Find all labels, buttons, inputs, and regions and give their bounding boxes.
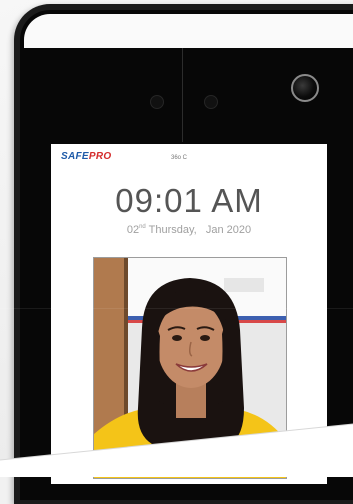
device-top-panel (24, 14, 353, 48)
date-day-suffix: nd (139, 224, 146, 230)
brand-logo-safe: SAFE (61, 151, 89, 162)
date-weekday: Thursday, (148, 224, 197, 236)
brand-logo: SAFEPRO (61, 151, 111, 162)
brand-logo-pro: PRO (88, 151, 112, 162)
clock-time: 09:01 AM (115, 182, 263, 219)
clock-date: 02nd Thursday, Jan 2020 (51, 224, 327, 236)
date-month-year: Jan 2020 (205, 224, 252, 236)
camera-lens-icon (291, 74, 319, 102)
date-day: 02 (126, 224, 140, 236)
temperature-readout: 36o C (171, 155, 188, 161)
image-seam (0, 308, 353, 309)
bottom-white-sweep (0, 423, 353, 477)
sensor-dot-icon (150, 95, 164, 109)
sensor-dot-icon (204, 95, 218, 109)
panel-seam (182, 48, 183, 142)
